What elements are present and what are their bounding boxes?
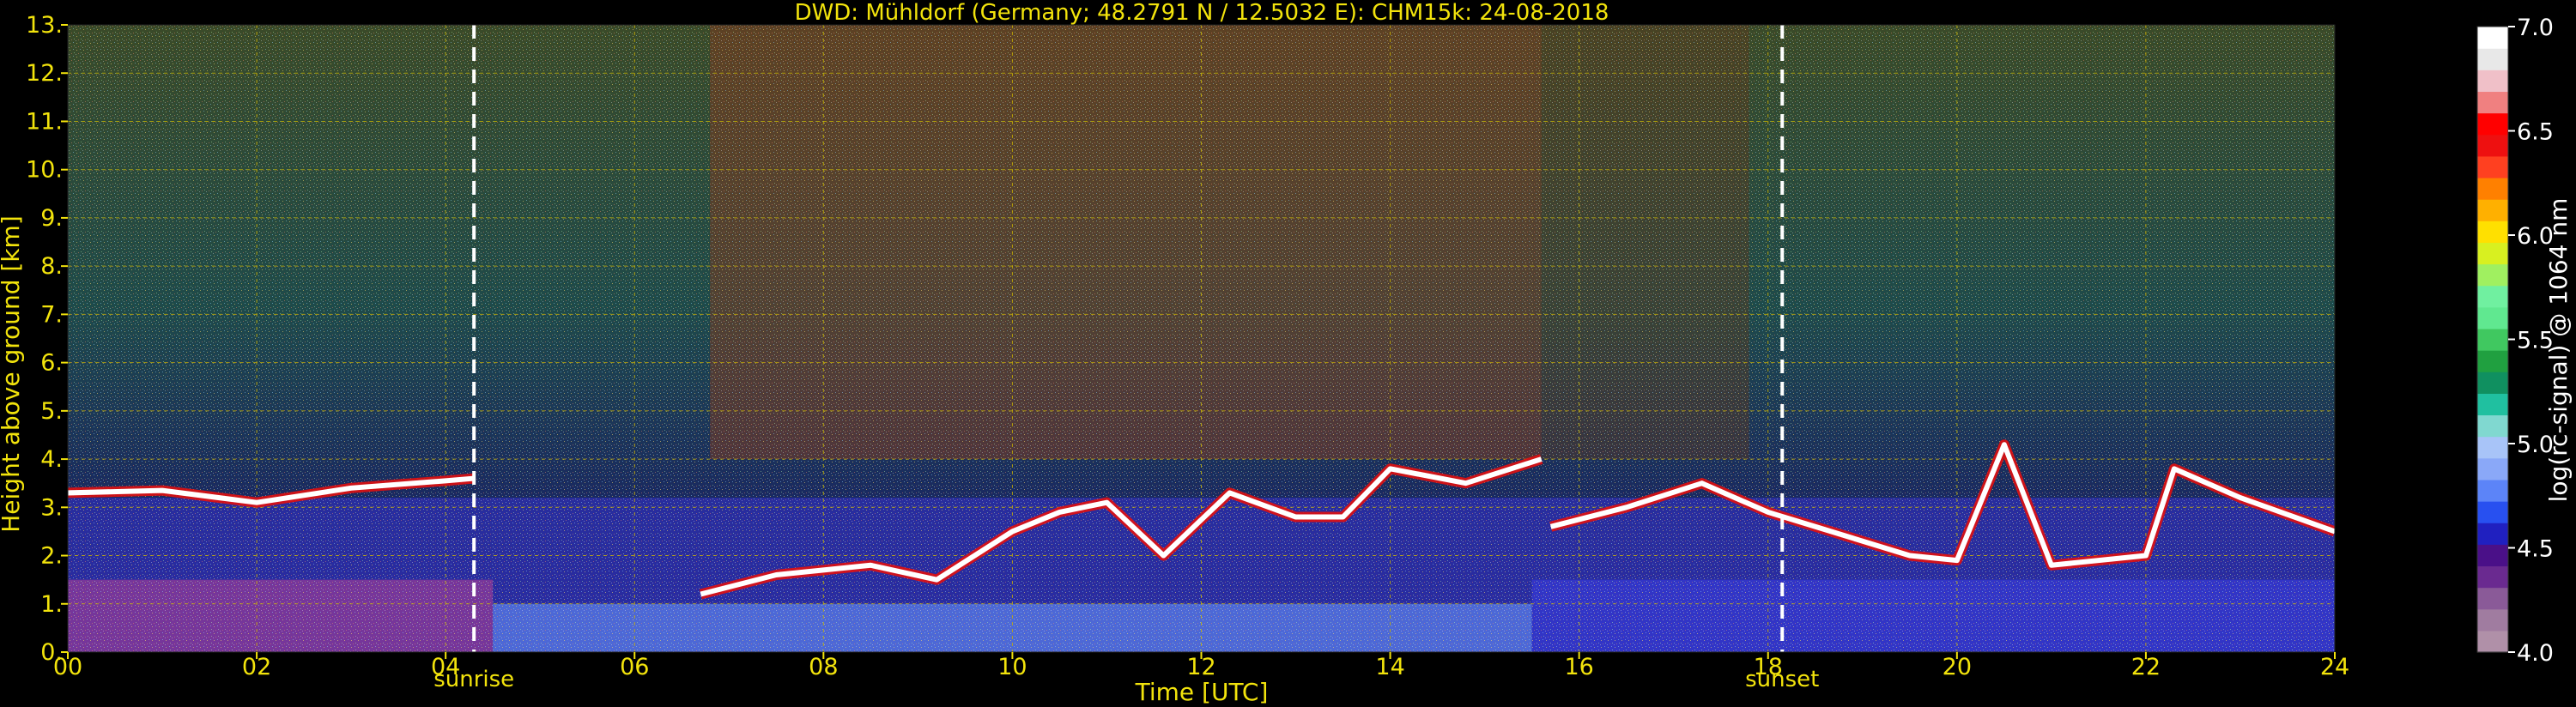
- colorbar-segment: [2477, 501, 2508, 523]
- colorbar-segment: [2477, 414, 2508, 438]
- colorbar-segment: [2477, 306, 2508, 329]
- x-tick-label: 06: [620, 654, 649, 680]
- y-tick-label: 3.: [40, 494, 63, 521]
- colorbar-segment: [2477, 436, 2508, 459]
- y-tick-label: 1.: [40, 591, 63, 618]
- colorbar-segment: [2477, 177, 2508, 200]
- colorbar-segment: [2477, 155, 2508, 178]
- x-axis-label: Time [UTC]: [1135, 678, 1269, 706]
- x-tick-label: 08: [809, 654, 838, 680]
- x-tick-label: 02: [242, 654, 271, 680]
- y-tick-label: 0.: [40, 639, 63, 666]
- colorbar-segment: [2477, 457, 2508, 480]
- plot-background: [68, 25, 2335, 652]
- y-tick-label: 12.: [26, 60, 63, 87]
- colorbar-tick-label: 4.5: [2517, 536, 2554, 563]
- colorbar-segment: [2477, 91, 2508, 114]
- x-tick-label: 22: [2131, 654, 2161, 680]
- colorbar-segment: [2477, 479, 2508, 502]
- colorbar-tick-label: 7.0: [2517, 15, 2554, 41]
- colorbar-segment: [2477, 393, 2508, 416]
- colorbar: [2476, 26, 2509, 653]
- y-tick-label: 2.: [40, 543, 63, 570]
- x-tick-label: 16: [1564, 654, 1593, 680]
- colorbar-segment: [2477, 242, 2508, 265]
- y-tick-label: 5.: [40, 398, 63, 425]
- x-tick-label: 20: [1943, 654, 1972, 680]
- colorbar-segment: [2477, 221, 2508, 243]
- y-tick-label: 9.: [40, 205, 63, 232]
- colorbar-segment: [2477, 565, 2508, 589]
- colorbar-segment: [2477, 69, 2508, 93]
- y-tick-label: 4.: [40, 446, 63, 473]
- y-tick-label: 13.: [26, 12, 63, 39]
- colorbar-segment: [2477, 350, 2508, 372]
- x-tick-label: 04: [431, 654, 460, 680]
- colorbar-segment: [2477, 112, 2508, 136]
- y-axis-label: Height above ground [km]: [0, 215, 25, 533]
- colorbar-segment: [2477, 199, 2508, 221]
- colorbar-segment: [2477, 587, 2508, 610]
- colorbar-segment: [2477, 372, 2508, 394]
- colorbar-segment: [2477, 544, 2508, 567]
- y-tick-label: 6.: [40, 350, 63, 377]
- chart-title: DWD: Mühldorf (Germany; 48.2791 N / 12.5…: [795, 0, 1609, 26]
- y-tick-label: 11.: [26, 108, 63, 135]
- x-tick-label: 24: [2320, 654, 2349, 680]
- colorbar-segment: [2477, 134, 2508, 157]
- y-tick-label: 7.: [40, 301, 63, 328]
- colorbar-segment: [2477, 285, 2508, 308]
- y-tick-label: 10.: [26, 157, 63, 184]
- signal-noise: [68, 25, 2335, 652]
- x-tick-label: 12: [1186, 654, 1215, 680]
- colorbar-label: log(rc-signal) @ 1064 nm: [2544, 198, 2573, 503]
- colorbar-tick-label: 4.0: [2517, 640, 2554, 667]
- colorbar-segment: [2477, 608, 2508, 631]
- ceilometer-figure: DWD: Mühldorf (Germany; 48.2791 N / 12.5…: [0, 0, 2576, 707]
- colorbar-segment: [2477, 27, 2508, 49]
- colorbar-tick-label: 6.5: [2517, 119, 2554, 146]
- colorbar-segment: [2477, 263, 2508, 287]
- colorbar-segment: [2477, 48, 2508, 70]
- x-tick-label: 10: [997, 654, 1027, 680]
- y-tick-label: 8.: [40, 253, 63, 280]
- x-tick-label: 14: [1375, 654, 1404, 680]
- colorbar-segment: [2477, 523, 2508, 545]
- colorbar-segment: [2477, 630, 2508, 653]
- x-tick-label: 18: [1754, 654, 1783, 680]
- colorbar-segment: [2477, 328, 2508, 351]
